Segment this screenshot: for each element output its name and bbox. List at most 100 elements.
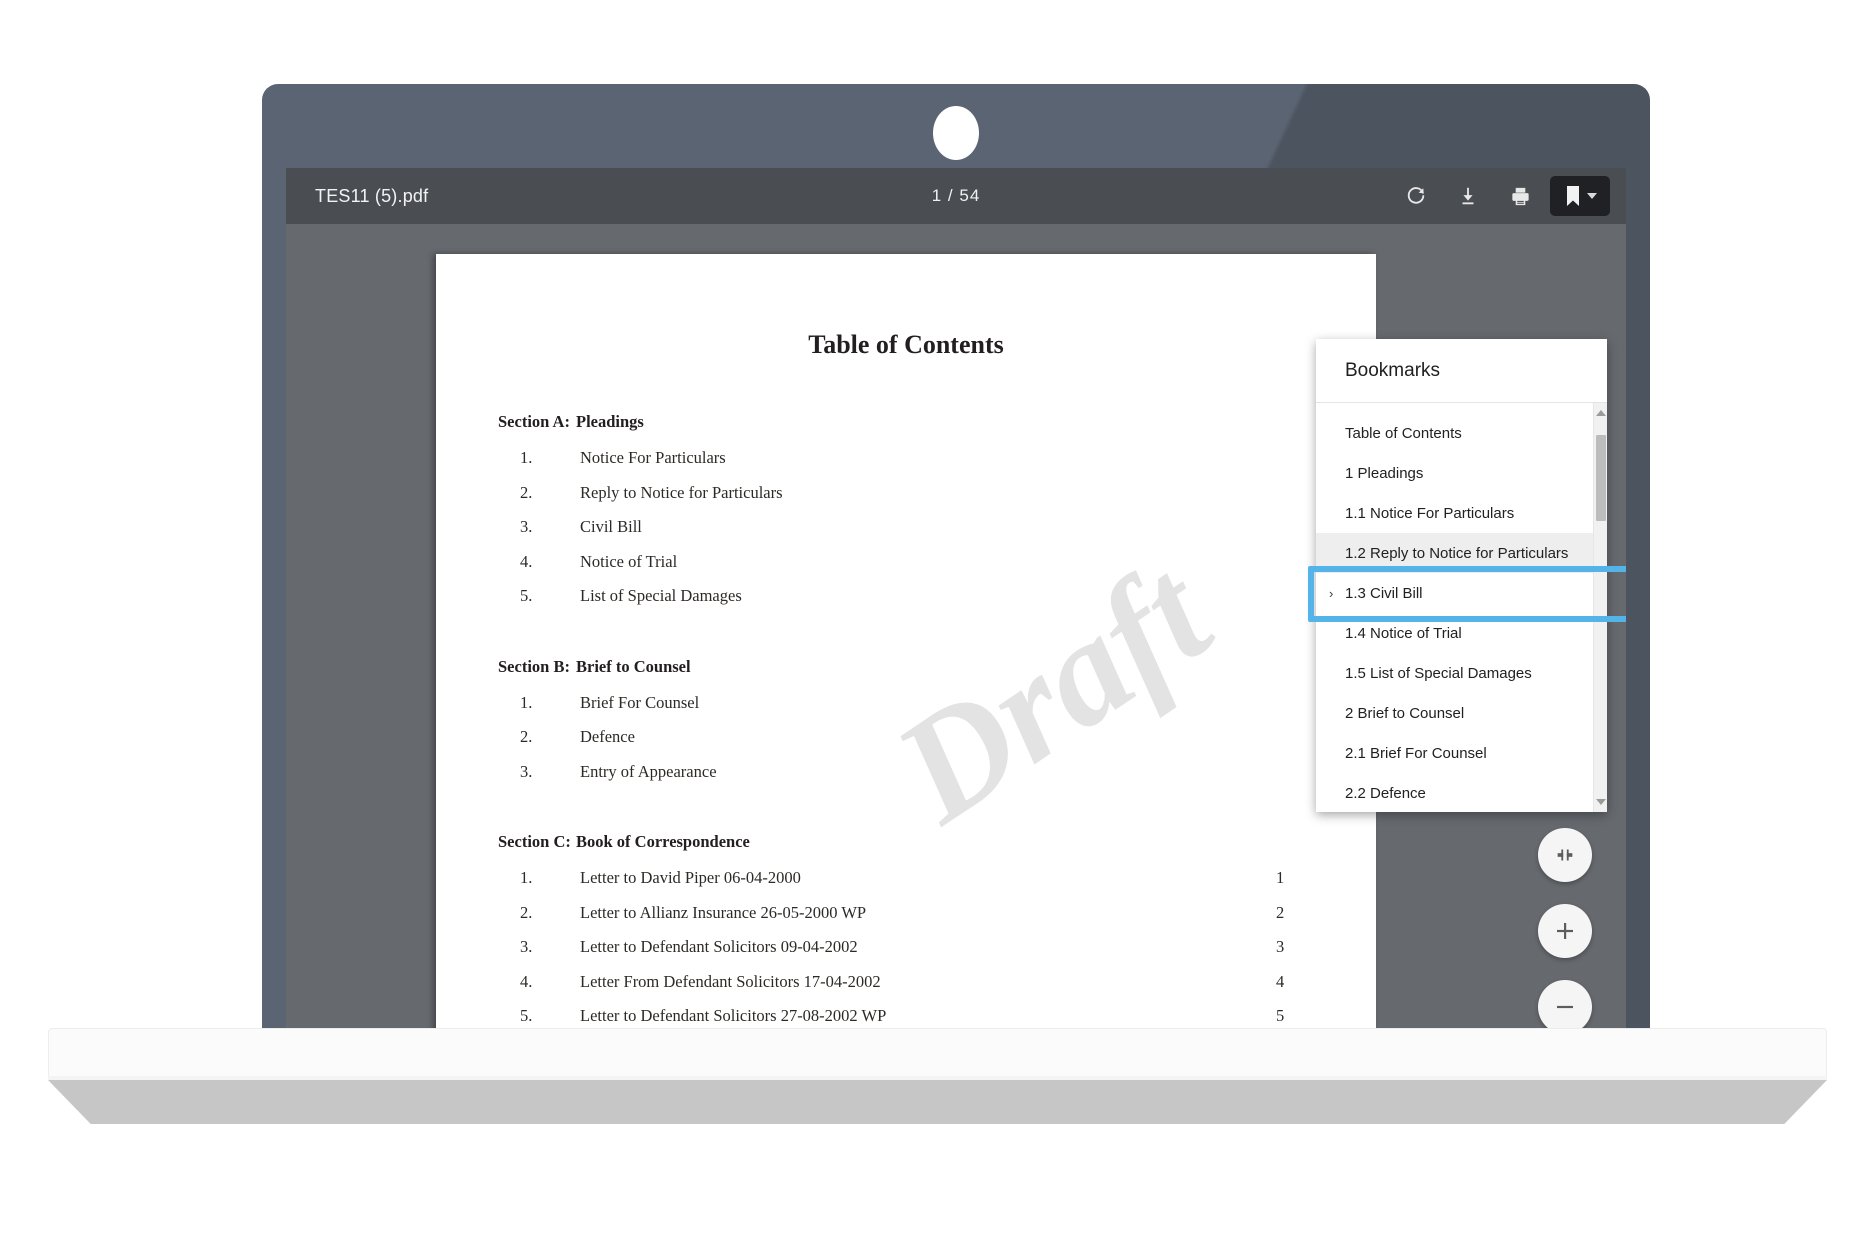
toc-row-text: Defence (580, 727, 635, 746)
toc-row-number: 2. (520, 482, 533, 502)
bookmarks-toggle-button[interactable] (1550, 176, 1610, 216)
toc-row-text: Entry of Appearance (580, 761, 717, 781)
chevron-down-icon (1586, 193, 1597, 199)
toc-row-page: 1 (1276, 868, 1285, 887)
screenshot-stage: TES11 (5).pdf 1 / 54 Draft Table of Cont… (0, 0, 1875, 1250)
laptop-base (48, 1028, 1827, 1080)
bookmark-item[interactable]: 1.4 Notice of Trial (1316, 613, 1607, 653)
document-toc-row: 1. Letter to David Piper 06-04-2000 1 (498, 868, 1314, 887)
page-current: 1 (931, 186, 943, 205)
pdf-toolbar: TES11 (5).pdf 1 / 54 (286, 168, 1626, 224)
toc-row-text: Letter to David Piper 06-04-2000 (580, 868, 801, 887)
document-content: Table of Contents Section A: Pleadings 1. N… (436, 254, 1376, 1025)
toc-row-page: 2 (1276, 902, 1285, 922)
bookmark-icon (1566, 186, 1579, 206)
bookmark-item-label: 2.1 Brief For Counsel (1345, 744, 1487, 762)
bookmarks-list: Table of Contents 1 Pleadings 1.1 Notice F… (1316, 403, 1607, 812)
document-toc-row: 5. Letter to Defendant Solicitors 27-08-2… (498, 1006, 1314, 1025)
bookmark-item[interactable]: 2 Brief to Counsel (1316, 693, 1607, 733)
scroll-up-arrow-icon[interactable] (1594, 405, 1607, 421)
scrollbar-thumb[interactable] (1596, 435, 1606, 521)
file-name-label: TES11 (5).pdf (315, 185, 429, 206)
document-toc-row: 3. Civil Bill (498, 517, 1314, 536)
document-toc-row: 1. Brief For Counsel (498, 692, 1314, 712)
document-toc-row: 2. Defence (498, 727, 1314, 746)
toc-row-text: List of Special Damages (580, 586, 742, 605)
bookmark-item-label: 1 Pleadings (1345, 464, 1424, 482)
bookmark-item-label: 1.3 Civil Bill (1345, 584, 1423, 602)
toc-row-number: 3. (520, 937, 533, 956)
rotate-icon[interactable] (1394, 176, 1438, 216)
page-indicator: 1 / 54 (932, 186, 981, 206)
document-section-heading: Section B: Brief to Counsel (498, 657, 1314, 677)
bookmarks-list-wrap: Table of Contents 1 Pleadings 1.1 Notice F… (1316, 403, 1607, 812)
toc-row-text: Civil Bill (580, 517, 642, 536)
laptop-base-edge (48, 1076, 1827, 1080)
toc-row-text: Letter to Defendant Solicitors 09-04-200… (580, 937, 858, 956)
toc-row-page: 3 (1276, 937, 1285, 956)
toc-row-text: Notice of Trial (580, 551, 678, 571)
webcam-icon (933, 106, 979, 160)
zoom-in-button[interactable] (1538, 904, 1592, 958)
bookmarks-scrollbar[interactable] (1593, 403, 1607, 812)
fit-to-page-button[interactable] (1538, 828, 1592, 882)
bookmark-item-label: 1.4 Notice of Trial (1345, 624, 1462, 642)
toc-row-number: 3. (520, 517, 533, 536)
section-label: Section B: (498, 656, 570, 676)
section-label: Section C: (498, 832, 571, 851)
document-toc-row: 3. Entry of Appearance (498, 761, 1314, 781)
laptop-foot (48, 1080, 1827, 1124)
toc-row-text: Letter to Allianz Insurance 26-05-2000 W… (580, 902, 867, 922)
bookmark-item[interactable]: › 1.3 Civil Bill (1316, 573, 1607, 613)
laptop-screen: TES11 (5).pdf 1 / 54 Draft Table of Cont… (286, 168, 1626, 1028)
plus-icon (1557, 923, 1573, 939)
document-toc-row: 5. List of Special Damages (498, 586, 1314, 605)
document-title: Table of Contents (808, 330, 1004, 359)
document-sections: Section A: Pleadings 1. Notice For Particul… (498, 412, 1314, 1025)
section-label: Section A: (498, 412, 570, 431)
document-toc-row: 1. Notice For Particulars (498, 448, 1314, 467)
toc-row-number: 2. (520, 727, 533, 746)
bookmark-item[interactable]: 2.2 Defence (1316, 773, 1607, 812)
bookmark-item-label: 1.1 Notice For Particulars (1345, 504, 1515, 522)
pdf-page: Draft Table of Contents Section A: Pleadi… (436, 254, 1376, 1028)
section-name: Pleadings (576, 412, 644, 431)
toc-row-number: 1. (520, 868, 533, 887)
document-toc-row: 2. Letter to Allianz Insurance 26-05-2000… (498, 902, 1314, 922)
toc-row-page: 4 (1276, 971, 1285, 991)
toc-row-number: 1. (520, 448, 533, 467)
scroll-down-arrow-icon[interactable] (1594, 794, 1607, 810)
page-separator: / (947, 186, 954, 205)
bookmarks-panel: Bookmarks Table of Contents 1 Pleadings 1.… (1316, 339, 1607, 812)
toc-row-text: Letter From Defendant Solicitors 17-04-2… (580, 971, 881, 991)
bookmark-item[interactable]: 1.5 List of Special Damages (1316, 653, 1607, 693)
toc-row-text: Brief For Counsel (580, 692, 700, 712)
section-name: Book of Correspondence (576, 832, 750, 851)
document-toc-row: 4. Notice of Trial (498, 551, 1314, 571)
bookmark-item[interactable]: 1.2 Reply to Notice for Particulars (1316, 533, 1607, 573)
toc-row-text: Reply to Notice for Particulars (580, 482, 783, 502)
zoom-controls (1538, 828, 1592, 1028)
bookmark-item[interactable]: 1 Pleadings (1316, 453, 1607, 493)
bookmark-item-label: 2.2 Defence (1345, 784, 1426, 802)
bookmark-item-label: 1.5 List of Special Damages (1345, 664, 1532, 682)
toc-row-number: 5. (520, 586, 533, 605)
document-section-heading: Section A: Pleadings (498, 412, 1314, 432)
page-total: 54 (959, 186, 981, 205)
bookmarks-panel-title: Bookmarks (1316, 339, 1607, 403)
bookmark-item[interactable]: 1.1 Notice For Particulars (1316, 493, 1607, 533)
zoom-out-button[interactable] (1538, 980, 1592, 1028)
expand-chevron-icon[interactable]: › (1329, 587, 1333, 600)
toc-row-text: Notice For Particulars (580, 448, 726, 467)
toc-row-text: Letter to Defendant Solicitors 27-08-200… (580, 1006, 887, 1025)
toc-row-number: 4. (520, 551, 533, 571)
bookmark-item[interactable]: Table of Contents (1316, 413, 1607, 453)
print-icon[interactable] (1498, 176, 1542, 216)
toc-row-number: 1. (520, 692, 533, 712)
download-icon[interactable] (1446, 176, 1490, 216)
document-section-heading: Section C: Book of Correspondence (498, 832, 1314, 852)
bookmark-item[interactable]: 2.1 Brief For Counsel (1316, 733, 1607, 773)
toc-row-page: 5 (1276, 1006, 1285, 1025)
toolbar-actions (1394, 176, 1610, 216)
bookmark-item-label: 1.2 Reply to Notice for Particulars (1345, 544, 1569, 562)
